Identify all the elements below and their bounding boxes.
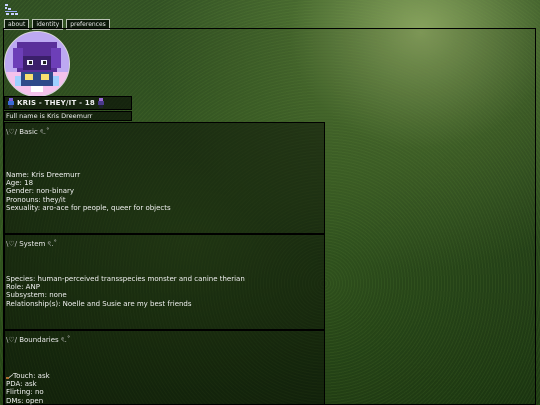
basic-line: Gender: non-binary [6,187,75,196]
title-deco-left: \♡/ [6,128,20,136]
system-title: \♡/ System ৎ.˚ [6,238,57,250]
boundaries-line: PDA: ask [6,380,37,389]
boundaries-line: Flirting: no [6,388,44,397]
boundaries-line-text: Touch: ask [13,372,50,380]
system-body: Species: human-perceived transspecies mo… [6,275,245,308]
boundaries-title: \♡/ Boundaries ৎ.˚ [6,334,70,346]
basic-body: Name: Kris Dreemurr Age: 18 Gender: non-… [6,171,171,212]
basic-panel: \♡/ Basic ৎ.˚ Name: Kris Dreemurr Age: 1… [4,122,325,234]
basic-line: Sexuality: aro-ace for people, queer for… [6,203,171,212]
sprite-right-icon [97,98,104,108]
system-panel: \♡/ System ৎ.˚ Species: human-perceived … [4,234,325,330]
basic-title: \♡/ Basic ৎ.˚ [6,126,49,138]
boundaries-title-text: Boundaries [19,336,59,344]
system-line: Relationship(s): Noelle and Susie are my… [6,299,192,308]
title-deco-right: ৎ.˚ [58,336,71,344]
system-line: Role: ANP [6,283,40,292]
pixel-character-icon [5,32,69,96]
title-deco-right: ৎ.˚ [45,240,58,248]
profile-title-bar: KRIS - THEY/IT - 18 [4,96,132,110]
basic-line: Name: Kris Dreemurr [6,171,81,179]
basic-line: Pronouns: they/it [6,195,66,204]
boundaries-panel: \♡/ Boundaries ৎ.˚ Touch: ask PDA: ask F… [4,330,325,405]
sprite-left-icon [8,98,14,108]
home-logo-icon[interactable] [4,3,20,19]
system-line: Subsystem: none [6,291,67,300]
avatar [4,31,70,97]
basic-line: Age: 18 [6,179,34,188]
title-deco-left: \♡/ [6,336,20,344]
knife-icon [6,373,13,379]
system-line: Species: human-perceived transspecies mo… [6,275,245,283]
boundaries-body: Touch: ask PDA: ask Flirting: no DMs: op… [6,372,50,405]
profile-title: KRIS - THEY/IT - 18 [17,99,95,107]
boundaries-line: DMs: open [6,396,44,405]
title-deco-right: ৎ.˚ [37,128,50,136]
boundaries-line: Touch: ask [6,372,50,380]
system-title-text: System [19,240,46,248]
full-name-text: Full name is Kris Dreemurr [4,111,132,121]
title-deco-left: \♡/ [6,240,20,248]
basic-title-text: Basic [19,128,38,136]
